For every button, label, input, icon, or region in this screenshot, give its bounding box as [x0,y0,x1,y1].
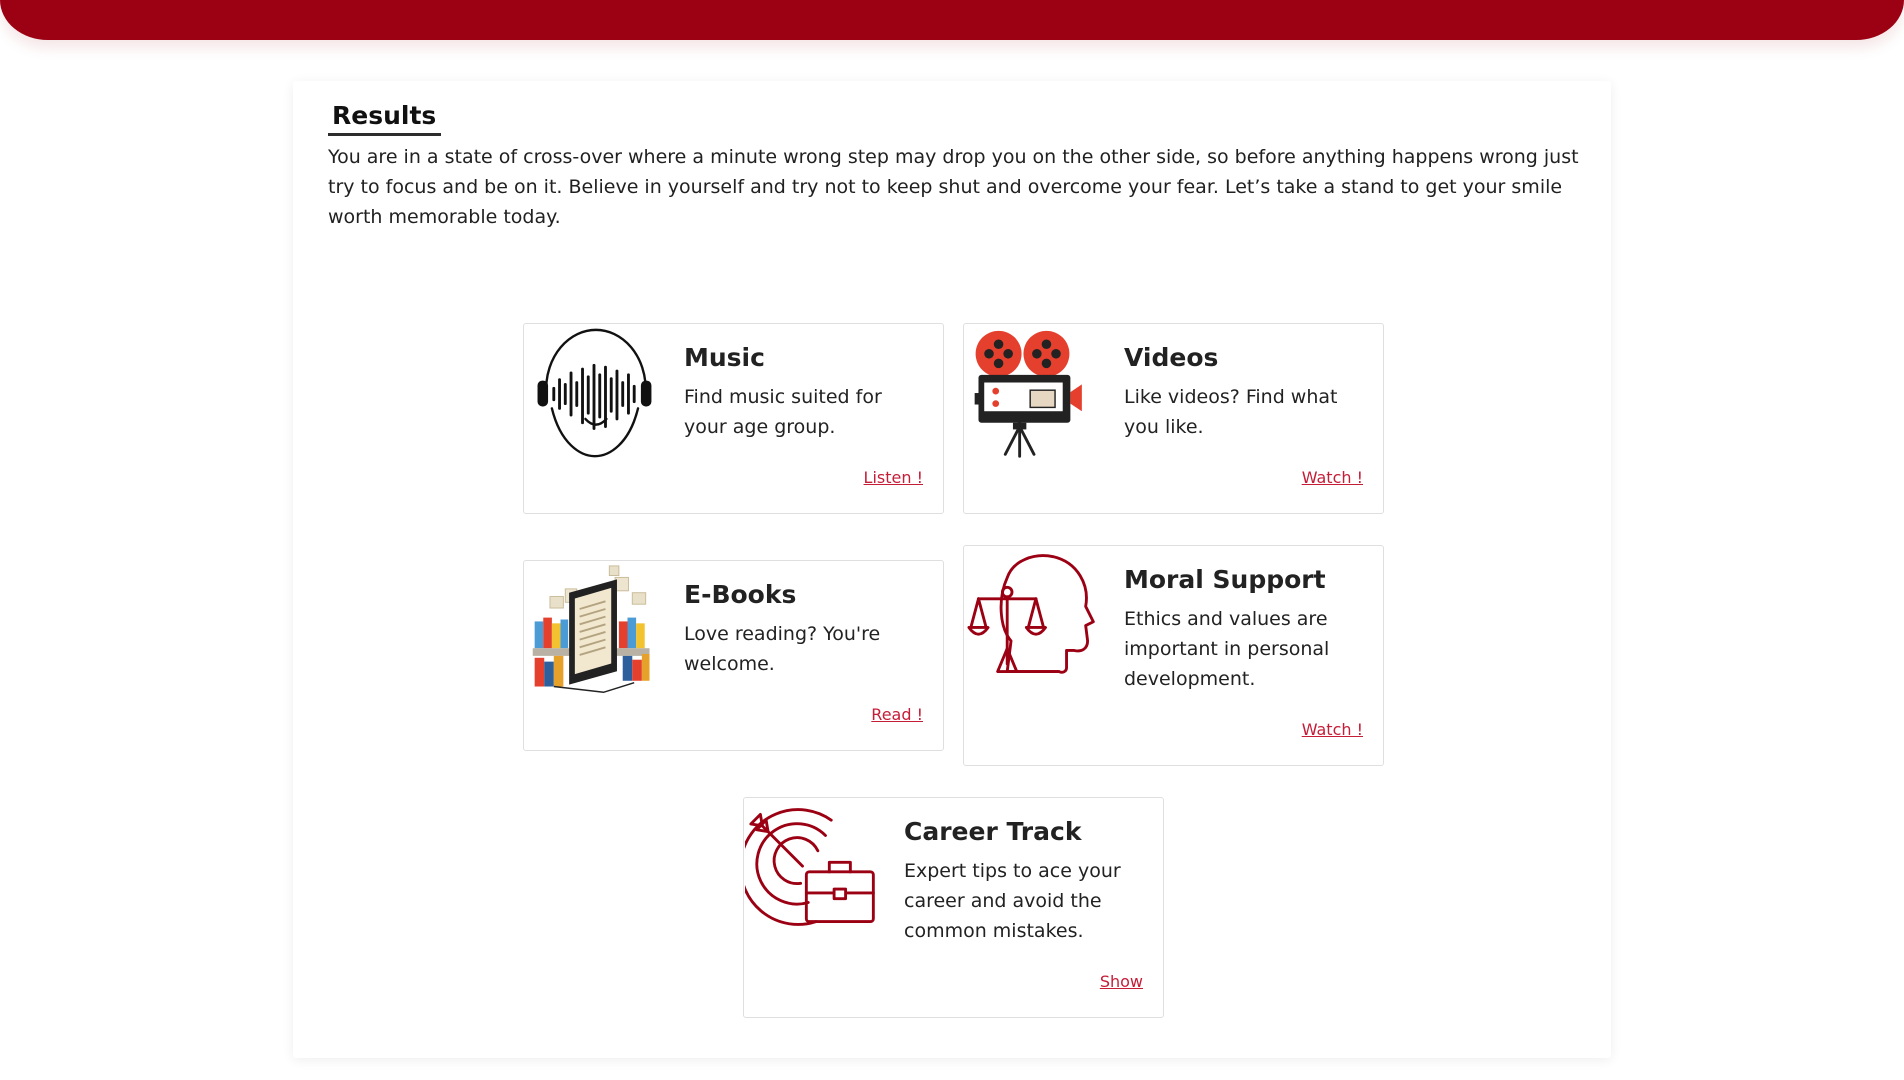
videos-card: Videos Like videos? Find what you like. … [963,323,1384,514]
read-link[interactable]: Read ! [871,705,923,725]
music-title: Music [684,343,765,372]
moral-support-title: Moral Support [1124,565,1326,594]
videos-description: Like videos? Find what you like. [1124,386,1338,438]
target-briefcase-icon [745,801,883,935]
career-track-description: Expert tips to ace your career and avoid… [904,860,1121,942]
results-description: You are in a state of cross-over where a… [328,146,1579,228]
film-camera-icon [965,327,1103,461]
top-header-bar [0,0,1904,40]
ebook-reader-icon [525,564,663,698]
ebooks-title: E-Books [684,580,797,609]
results-panel: Results You are in a state of cross-over… [293,81,1611,1058]
music-description: Find music suited for your age group. [684,386,882,438]
career-track-title: Career Track [904,817,1082,846]
watch-videos-link[interactable]: Watch ! [1302,468,1363,488]
results-title: Results [328,99,442,136]
music-card: Music Find music suited for your age gro… [523,323,944,514]
ebooks-description: Love reading? You're welcome. [684,623,881,675]
watch-moral-support-link[interactable]: Watch ! [1302,720,1363,740]
moral-support-card: Moral Support Ethics and values are impo… [963,545,1384,766]
head-scales-icon [965,549,1103,683]
listen-link[interactable]: Listen ! [864,468,923,488]
ebooks-card: E-Books Love reading? You're welcome. Re… [523,560,944,751]
career-track-card: Career Track Expert tips to ace your car… [743,797,1164,1018]
headphones-soundwave-icon [525,327,663,461]
videos-title: Videos [1124,343,1219,372]
show-career-link[interactable]: Show [1100,972,1143,992]
moral-support-description: Ethics and values are important in perso… [1124,608,1330,690]
